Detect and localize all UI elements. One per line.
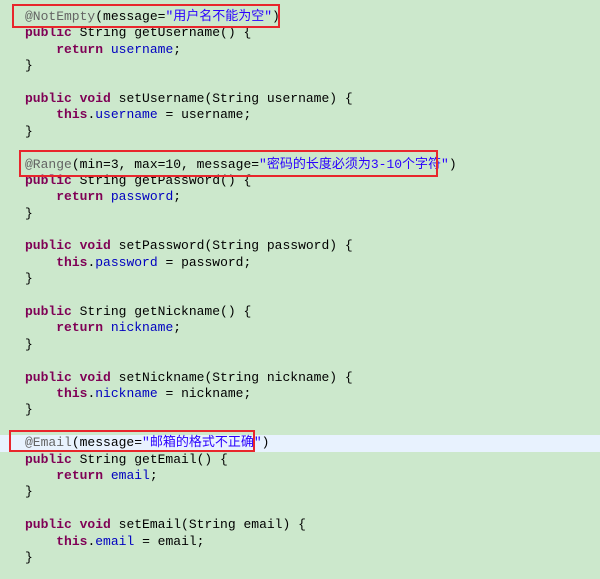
code-text: setUsername(String username) { [110, 90, 353, 106]
code-line[interactable]: } [25, 550, 600, 566]
code-line[interactable]: return email; [25, 468, 600, 484]
code-line[interactable]: public void setEmail(String email) { [25, 517, 600, 533]
keyword: void [79, 238, 111, 254]
keyword: return [56, 189, 104, 205]
keyword: this [56, 385, 88, 401]
code-line[interactable] [25, 353, 600, 369]
code-text: ; [173, 41, 182, 57]
code-line[interactable]: this.email = email; [25, 534, 600, 550]
code-text: = password; [157, 254, 252, 270]
code-line[interactable]: } [25, 124, 600, 140]
code-text: } [25, 336, 33, 352]
field-name: username [110, 41, 174, 57]
code-line[interactable] [25, 288, 600, 304]
field-name: email [95, 533, 135, 549]
field-name: password [110, 189, 174, 205]
code-line[interactable]: public void setUsername(String username)… [25, 91, 600, 107]
code-text: } [25, 58, 33, 74]
code-line[interactable]: } [25, 271, 600, 287]
annotation-box-notempty [12, 4, 280, 28]
annotation-box-email [9, 430, 255, 452]
keyword: this [56, 533, 88, 549]
keyword: public [25, 304, 72, 320]
code-line[interactable] [25, 222, 600, 238]
code-line[interactable]: return username; [25, 42, 600, 58]
code-text: ) [448, 156, 457, 172]
code-line[interactable]: } [25, 484, 600, 500]
code-text: ) [261, 435, 270, 451]
keyword: void [79, 517, 111, 533]
keyword: public [25, 451, 72, 467]
code-line[interactable]: return password; [25, 189, 600, 205]
keyword: public [25, 369, 72, 385]
field-name: email [110, 467, 150, 483]
code-text: String getEmail() { [71, 451, 228, 467]
code-text: } [25, 549, 33, 565]
field-name: password [95, 254, 158, 270]
code-line[interactable]: } [25, 58, 600, 74]
code-line[interactable] [25, 501, 600, 517]
code-text: setEmail(String email) { [110, 517, 306, 533]
code-text: } [25, 402, 33, 418]
code-editor[interactable]: @NotEmpty(message="用户名不能为空") public Strin… [0, 9, 600, 566]
code-text: ; [149, 467, 158, 483]
code-line[interactable]: this.username = username; [25, 107, 600, 123]
keyword: void [79, 90, 111, 106]
keyword: public [25, 90, 72, 106]
code-line[interactable]: return nickname; [25, 320, 600, 336]
code-line[interactable]: this.nickname = nickname; [25, 386, 600, 402]
keyword: this [56, 107, 88, 123]
code-line[interactable]: public void setPassword(String password)… [25, 238, 600, 254]
code-text: ; [173, 189, 182, 205]
code-line[interactable]: this.password = password; [25, 255, 600, 271]
keyword: return [56, 320, 104, 336]
field-name: nickname [95, 385, 158, 401]
keyword: return [56, 467, 104, 483]
field-name: nickname [110, 320, 174, 336]
code-line[interactable]: public String getEmail() { [25, 452, 600, 468]
code-line[interactable]: } [25, 402, 600, 418]
code-text: = nickname; [157, 385, 252, 401]
code-line[interactable]: } [25, 206, 600, 222]
code-line[interactable]: public void setNickname(String nickname)… [25, 370, 600, 386]
code-text: String getNickname() { [71, 304, 252, 320]
keyword: public [25, 517, 72, 533]
code-text: ; [173, 320, 182, 336]
keyword: return [56, 41, 104, 57]
keyword: this [56, 254, 88, 270]
field-name: username [95, 107, 158, 123]
code-text: = email; [134, 533, 205, 549]
code-line[interactable] [25, 75, 600, 91]
code-line[interactable]: public String getNickname() { [25, 304, 600, 320]
code-line[interactable]: } [25, 337, 600, 353]
code-text: } [25, 205, 33, 221]
code-text: setPassword(String password) { [110, 238, 353, 254]
code-text: } [25, 271, 33, 287]
code-text: } [25, 123, 33, 139]
code-text: = username; [157, 107, 252, 123]
keyword: void [79, 369, 111, 385]
annotation-box-range [19, 150, 438, 177]
code-text: } [25, 484, 33, 500]
keyword: public [25, 238, 72, 254]
code-text: setNickname(String nickname) { [110, 369, 353, 385]
